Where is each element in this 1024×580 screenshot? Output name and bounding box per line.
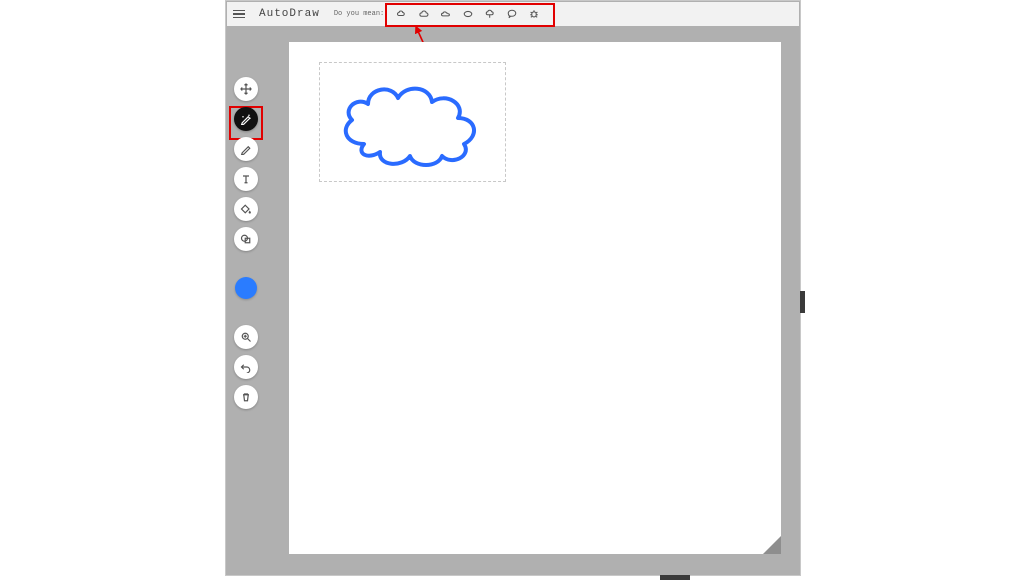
suggestion-hint: Do you mean: (334, 10, 384, 18)
autodraw-tool[interactable] (234, 107, 258, 131)
undo-tool[interactable] (234, 355, 258, 379)
tool-bar (232, 77, 260, 409)
app-window: AutoDraw Do you mean: (225, 0, 801, 576)
cloud-sketch[interactable] (334, 74, 499, 174)
suggestion-cloud-flat-icon[interactable] (440, 8, 452, 20)
suggestion-row (390, 4, 546, 24)
suggestion-tree-icon[interactable] (484, 8, 496, 20)
draw-tool[interactable] (234, 137, 258, 161)
fill-tool[interactable] (234, 197, 258, 221)
suggestion-speech-bubble-icon[interactable] (506, 8, 518, 20)
header-bar: AutoDraw Do you mean: (227, 2, 799, 26)
shape-tool[interactable] (234, 227, 258, 251)
suggestion-oval-icon[interactable] (462, 8, 474, 20)
delete-tool[interactable] (234, 385, 258, 409)
zoom-tool[interactable] (234, 325, 258, 349)
drawing-canvas[interactable] (289, 42, 781, 554)
type-tool[interactable] (234, 167, 258, 191)
suggestion-bug-icon[interactable] (528, 8, 540, 20)
suggestion-cloud-small-icon[interactable] (396, 8, 408, 20)
move-tool[interactable] (234, 77, 258, 101)
canvas-resize-corner-icon[interactable] (763, 536, 781, 554)
app-brand: AutoDraw (259, 8, 320, 20)
menu-button[interactable] (227, 10, 251, 19)
suggestion-cloud-icon[interactable] (418, 8, 430, 20)
vertical-scroll-thumb[interactable] (800, 291, 805, 313)
color-picker[interactable] (235, 277, 257, 299)
